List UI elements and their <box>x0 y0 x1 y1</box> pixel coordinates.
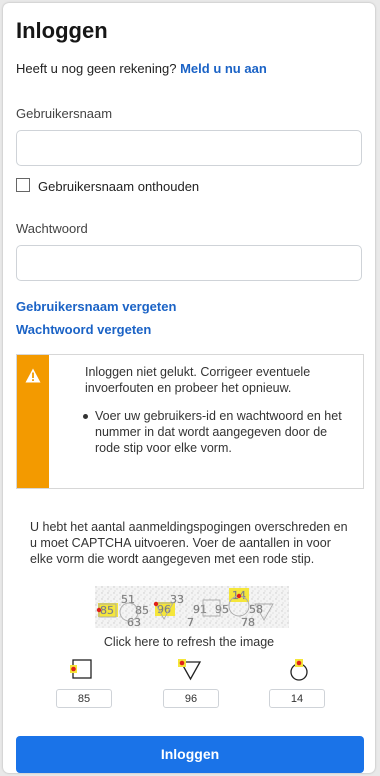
warning-icon <box>25 368 41 383</box>
red-dot-marker <box>236 593 242 599</box>
red-dot-marker <box>153 601 159 607</box>
signup-link[interactable]: Meld u nu aan <box>180 61 267 76</box>
password-label: Wachtwoord <box>16 221 88 236</box>
captcha-instructions: U hebt het aantal aanmeldingspogingen ov… <box>30 520 348 566</box>
captcha-number: 95 <box>215 603 229 616</box>
username-field[interactable] <box>16 130 362 166</box>
error-alert: Inloggen niet gelukt. Corrigeer eventuel… <box>16 354 364 489</box>
login-button[interactable]: Inloggen <box>16 736 364 773</box>
red-dot-marker <box>96 607 102 613</box>
refresh-captcha-link[interactable]: Click here to refresh the image <box>3 635 375 649</box>
alert-list-item: Voer uw gebruikers-id en wachtwoord en h… <box>83 408 351 456</box>
signup-prompt: Heeft u nog geen rekening? <box>16 61 177 76</box>
captcha-number: 85 <box>100 604 114 617</box>
alert-accent-bar <box>17 355 49 488</box>
circle-icon <box>290 659 308 681</box>
remember-username-label: Gebruikersnaam onthouden <box>38 179 200 194</box>
forgot-password-link[interactable]: Wachtwoord vergeten <box>16 322 151 337</box>
captcha-number: 63 <box>127 616 141 628</box>
captcha-answer-circle[interactable]: 14 <box>269 689 325 708</box>
alert-list-text: Voer uw gebruikers-id en wachtwoord en h… <box>95 409 342 455</box>
square-icon <box>70 659 92 679</box>
captcha-number: 78 <box>241 616 255 628</box>
signup-row: Heeft u nog geen rekening? Meld u nu aan <box>16 61 267 76</box>
captcha-number: 91 <box>193 603 207 616</box>
forgot-username-link[interactable]: Gebruikersnaam vergeten <box>16 299 176 314</box>
username-label: Gebruikersnaam <box>16 106 113 121</box>
login-card: Inloggen Heeft u nog geen rekening? Meld… <box>3 3 375 773</box>
captcha-image[interactable]: 85 51 85 96 33 91 95 14 58 63 7 78 <box>95 586 289 628</box>
remember-username-checkbox[interactable] <box>16 178 30 192</box>
captcha-answer-triangle[interactable]: 96 <box>163 689 219 708</box>
bullet-icon <box>83 414 88 419</box>
page-title: Inloggen <box>16 18 108 43</box>
captcha-number: 7 <box>187 616 194 628</box>
captcha-answer-square[interactable]: 85 <box>56 689 112 708</box>
alert-message: Inloggen niet gelukt. Corrigeer eventuel… <box>85 365 311 395</box>
triangle-icon <box>178 659 202 681</box>
password-field[interactable] <box>16 245 362 281</box>
